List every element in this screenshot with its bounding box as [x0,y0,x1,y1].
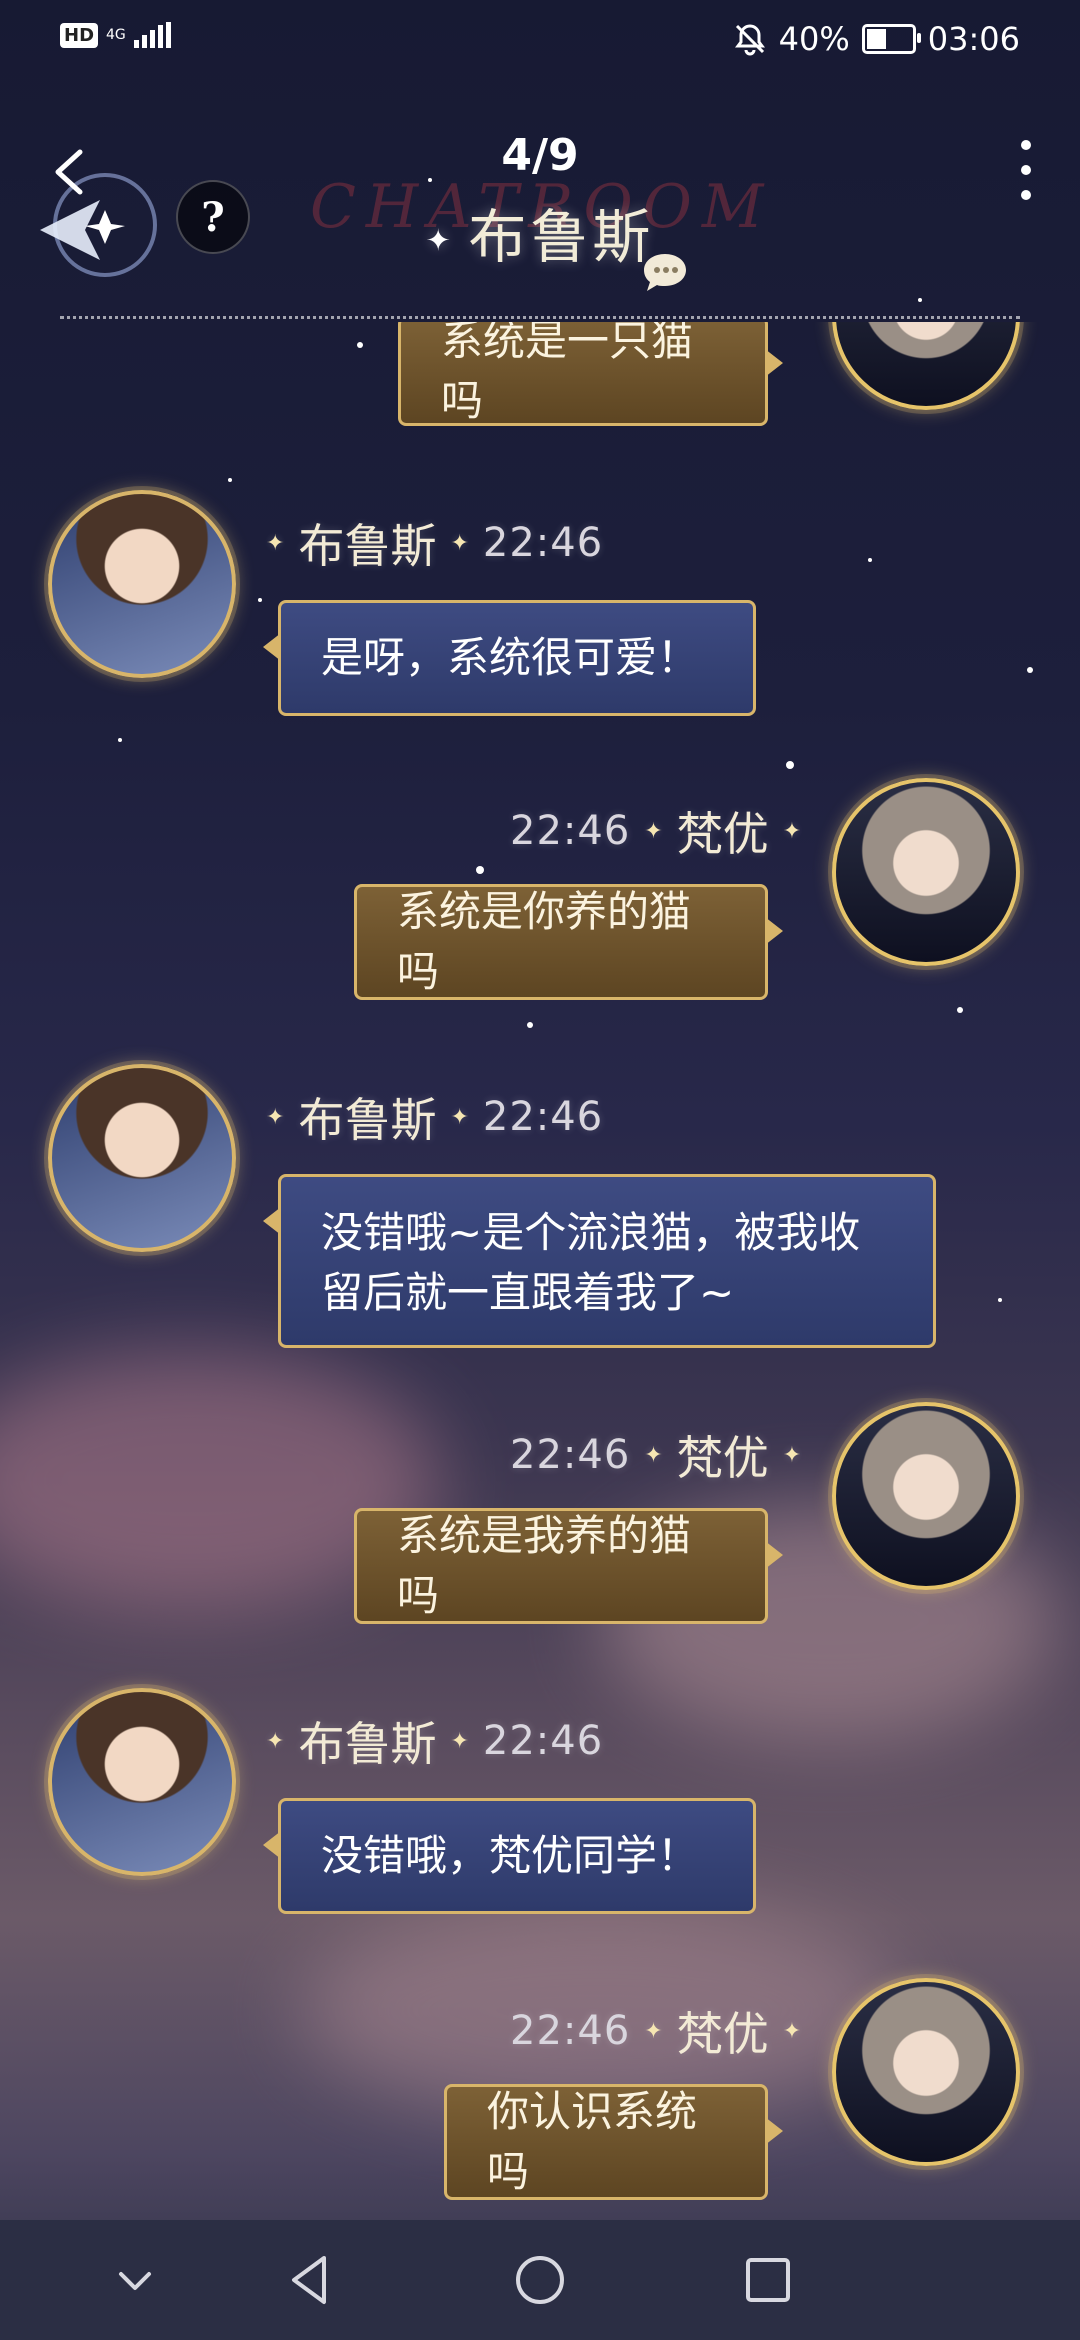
diamond-icon: ✦ [450,1728,469,1754]
mute-icon [734,24,765,56]
message-bubble[interactable]: 没错哦~是个流浪猫，被我收 留后就一直跟着我了~ [263,1174,936,1348]
message-text-line: 没错哦~是个流浪猫，被我收 [321,1208,861,1257]
system-nav-bar [0,2220,1080,2340]
sender-line: ✦ 布鲁斯 ✦ 22:46 [266,1708,603,1774]
diamond-icon: ✦ [450,1104,469,1130]
sender-line: 22:46 ✦ 梵优 ✦ [510,798,801,864]
sender-line: ✦ 布鲁斯 ✦ 22:46 [266,1084,603,1150]
message-time: 22:46 [482,520,604,566]
clock: 03:06 [927,20,1020,58]
message-time: 22:46 [510,2008,631,2054]
sender-line: ✦ 布鲁斯 ✦ 22:46 [266,510,603,576]
more-options-button[interactable] [1016,140,1036,200]
avatar-fanyou[interactable] [832,778,1020,966]
diamond-icon: ✦ [266,1728,285,1754]
message-bubble[interactable]: 你认识系统吗 [444,2084,783,2200]
message-text: 系统是我养的猫吗 [397,1511,692,1620]
page-title: ✦ 布鲁斯 [0,190,1080,274]
message-time: 22:46 [482,1094,604,1140]
sender-name: 布鲁斯 [298,1093,437,1147]
signal-icon [133,22,171,48]
battery-percent: 40% [778,20,850,58]
avatar-fanyou[interactable] [832,322,1020,410]
avatar-bruce[interactable] [48,1688,236,1876]
title-text: 布鲁斯 [468,203,655,271]
sender-name: 梵优 [676,1431,769,1485]
diamond-icon: ✦ [644,818,663,844]
sender-name: 布鲁斯 [298,1717,437,1771]
back-triangle-icon[interactable] [280,2250,340,2310]
avatar-bruce[interactable] [48,490,236,678]
avatar-fanyou[interactable] [832,1402,1020,1590]
message-bubble[interactable]: 系统是一只猫吗 [398,322,783,426]
diamond-icon: ✦ [782,818,802,844]
diamond-icon: ✦ [782,2018,802,2044]
message-text: 没错哦，梵优同学！ [321,1831,700,1880]
sender-name: 梵优 [676,807,769,861]
battery-icon [861,24,921,54]
message-time: 22:46 [510,808,631,854]
message-bubble[interactable]: 系统是你养的猫吗 [354,884,783,1000]
sender-name: 布鲁斯 [298,519,437,573]
diamond-icon: ✦ [644,2018,663,2044]
message-text: 系统是你养的猫吗 [397,887,692,996]
message-bubble[interactable]: 是呀，系统很可爱！ [263,600,756,716]
diamond-icon: ✦ [782,1442,802,1468]
avatar-fanyou[interactable] [832,1978,1020,2166]
sender-line: 22:46 ✦ 梵优 ✦ [510,1998,801,2064]
status-bar: HD 4G 40% 03:06 [0,0,1080,80]
message-time: 22:46 [510,1432,631,1478]
collapse-chevron-icon[interactable] [105,2250,165,2310]
network-type: 4G [106,27,126,43]
hd-icon: HD [60,22,99,48]
sender-line: 22:46 ✦ 梵优 ✦ [510,1422,801,1488]
message-time: 22:46 [482,1718,604,1764]
diamond-icon: ✦ [266,530,285,556]
chat-header: ? 4/9 CHATROOM ✦ 布鲁斯 [0,80,1080,320]
avatar-bruce[interactable] [48,1064,236,1252]
recents-square-icon[interactable] [738,2250,798,2310]
home-circle-icon[interactable] [510,2250,570,2310]
diamond-icon: ✦ [644,1442,663,1468]
chat-list[interactable]: 系统是一只猫吗 ✦ 布鲁斯 ✦ 22:46 是呀，系统很可爱！ 22:46 ✦ … [0,322,1080,2222]
message-text: 是呀，系统很可爱！ [321,633,700,682]
message-text: 系统是一只猫吗 [441,322,694,425]
sender-name: 梵优 [676,2007,769,2061]
speech-bubble-icon [644,254,686,291]
header-divider [60,316,1020,319]
diamond-icon: ✦ [450,530,469,556]
diamond-icon: ✦ [266,1104,285,1130]
message-bubble[interactable]: 系统是我养的猫吗 [354,1508,783,1624]
message-text-line: 留后就一直跟着我了~ [321,1268,735,1317]
sparkle-icon: ✦ [425,223,469,259]
message-text: 你认识系统吗 [487,2087,698,2196]
message-bubble[interactable]: 没错哦，梵优同学！ [263,1798,756,1914]
